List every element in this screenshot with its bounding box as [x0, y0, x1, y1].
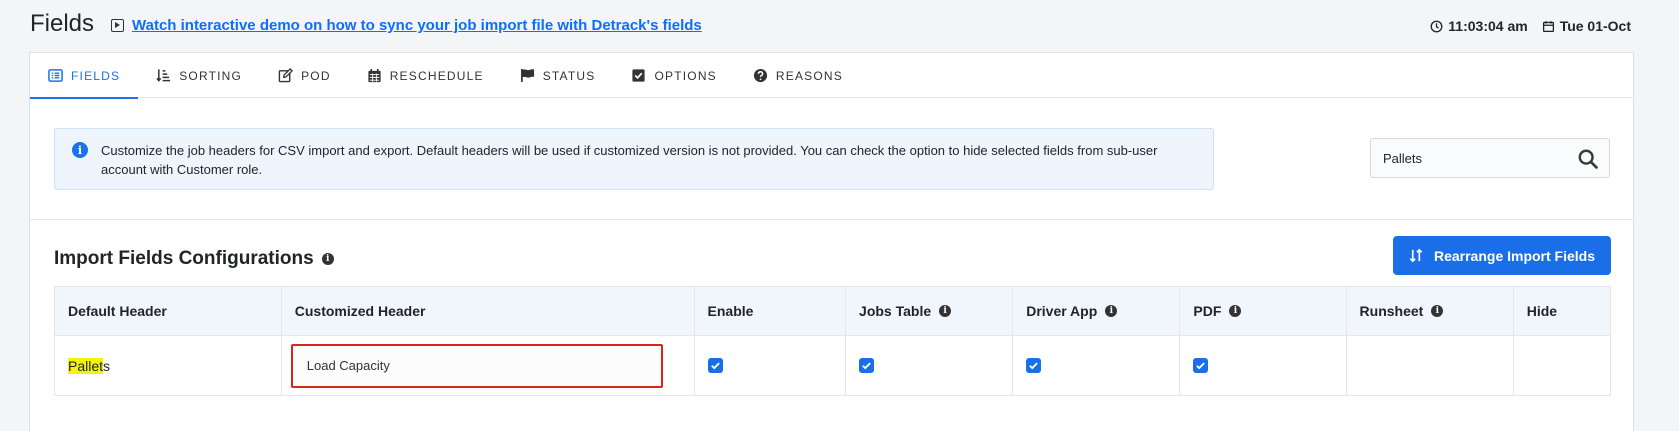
- clock-icon: [1430, 20, 1443, 32]
- col-runsheet: Runsheet i: [1345, 286, 1514, 336]
- sort-icon: [156, 69, 171, 82]
- enable-cell: [693, 335, 847, 396]
- tab-label: POD: [301, 68, 331, 83]
- import-fields-table: Default Header Customized Header Enable …: [54, 286, 1612, 396]
- edit-icon: [278, 68, 294, 83]
- rearrange-import-fields-button[interactable]: Rearrange Import Fields: [1393, 236, 1611, 275]
- col-hide: Hide: [1512, 286, 1612, 336]
- default-header-rest: s: [103, 357, 111, 374]
- date-display: Tue 01-Oct: [1542, 18, 1631, 34]
- info-text: Customize the job headers for CSV import…: [101, 143, 1158, 177]
- tab-options[interactable]: OPTIONS: [613, 53, 734, 98]
- pdf-checkbox[interactable]: [1193, 357, 1209, 373]
- col-default-header: Default Header: [54, 286, 282, 336]
- page-title: Fields: [30, 10, 95, 37]
- info-alert: i Customize the job headers for CSV impo…: [54, 128, 1214, 190]
- section-divider: [30, 219, 1633, 220]
- info-icon[interactable]: i: [1431, 305, 1444, 317]
- default-header-cell: Pallets: [54, 335, 282, 396]
- tab-fields[interactable]: FIELDS: [30, 53, 139, 99]
- list-icon: [48, 69, 63, 82]
- calendar-icon: [1542, 20, 1554, 32]
- customized-header-input[interactable]: Load Capacity: [290, 343, 663, 388]
- search-match: Pallet: [68, 357, 104, 374]
- hide-cell: [1512, 335, 1612, 396]
- col-pdf: PDF i: [1179, 286, 1347, 336]
- customized-header-cell: Load Capacity: [280, 335, 695, 396]
- time-display: 11:03:04 am: [1430, 18, 1528, 34]
- search-input[interactable]: [1371, 139, 1561, 177]
- info-icon: i: [72, 142, 88, 158]
- tab-label: RESCHEDULE: [389, 68, 484, 83]
- play-icon: [111, 19, 124, 32]
- checkbox-icon: [632, 69, 646, 82]
- info-icon[interactable]: i: [939, 305, 952, 317]
- search-icon[interactable]: [1577, 148, 1599, 170]
- top-bar: Fields Watch interactive demo on how to …: [0, 0, 1679, 52]
- tab-label: SORTING: [179, 68, 243, 83]
- rearrange-button-label: Rearrange Import Fields: [1433, 247, 1596, 264]
- col-driver-app: Driver App i: [1012, 286, 1181, 336]
- fields-card: FIELDS SORTING POD RESCHEDULE STATUS OPT…: [29, 52, 1634, 431]
- calendar-icon: [368, 68, 381, 83]
- tab-sorting[interactable]: SORTING: [138, 53, 260, 98]
- tab-label: FIELDS: [71, 68, 121, 83]
- tab-label: STATUS: [542, 68, 596, 83]
- runsheet-cell: [1345, 335, 1514, 396]
- jobs-table-checkbox[interactable]: [859, 357, 875, 373]
- tab-label: REASONS: [775, 68, 843, 83]
- tab-status[interactable]: STATUS: [502, 53, 614, 98]
- flag-icon: [520, 68, 534, 83]
- check-icon: [862, 361, 871, 369]
- tab-bar: FIELDS SORTING POD RESCHEDULE STATUS OPT…: [30, 53, 1633, 99]
- datetime: 11:03:04 am Tue 01-Oct: [1430, 18, 1631, 34]
- tab-reschedule[interactable]: RESCHEDULE: [349, 53, 502, 98]
- table-row: Pallets Load Capacity: [54, 335, 1612, 396]
- demo-link-text[interactable]: Watch interactive demo on how to sync yo…: [132, 17, 702, 34]
- pdf-cell: [1179, 335, 1347, 396]
- jobs-table-cell: [845, 335, 1014, 396]
- check-icon: [1029, 361, 1039, 369]
- driver-app-checkbox[interactable]: [1026, 357, 1042, 373]
- info-icon[interactable]: i: [1229, 305, 1242, 317]
- info-icon[interactable]: i: [1105, 305, 1118, 317]
- info-icon[interactable]: i: [321, 253, 334, 265]
- table-header-row: Default Header Customized Header Enable …: [54, 286, 1612, 336]
- tab-reasons[interactable]: REASONS: [735, 53, 861, 98]
- question-icon: [753, 68, 767, 83]
- section-title-text: Import Fields Configurations: [54, 248, 314, 269]
- col-jobs-table: Jobs Table i: [845, 286, 1014, 336]
- search-box: [1370, 138, 1610, 178]
- driver-app-cell: [1012, 335, 1181, 396]
- col-enable: Enable: [693, 286, 847, 336]
- enable-checkbox[interactable]: [707, 357, 723, 373]
- time-text: 11:03:04 am: [1448, 18, 1528, 34]
- check-icon: [1196, 361, 1206, 369]
- col-customized-header: Customized Header: [280, 286, 695, 336]
- sort-arrows-icon: [1409, 248, 1423, 263]
- check-icon: [710, 361, 720, 369]
- tab-label: OPTIONS: [654, 68, 717, 83]
- demo-link[interactable]: Watch interactive demo on how to sync yo…: [111, 17, 702, 34]
- section-title: Import Fields Configurations i: [54, 248, 334, 270]
- tab-pod[interactable]: POD: [260, 53, 349, 98]
- date-text: Tue 01-Oct: [1559, 18, 1631, 34]
